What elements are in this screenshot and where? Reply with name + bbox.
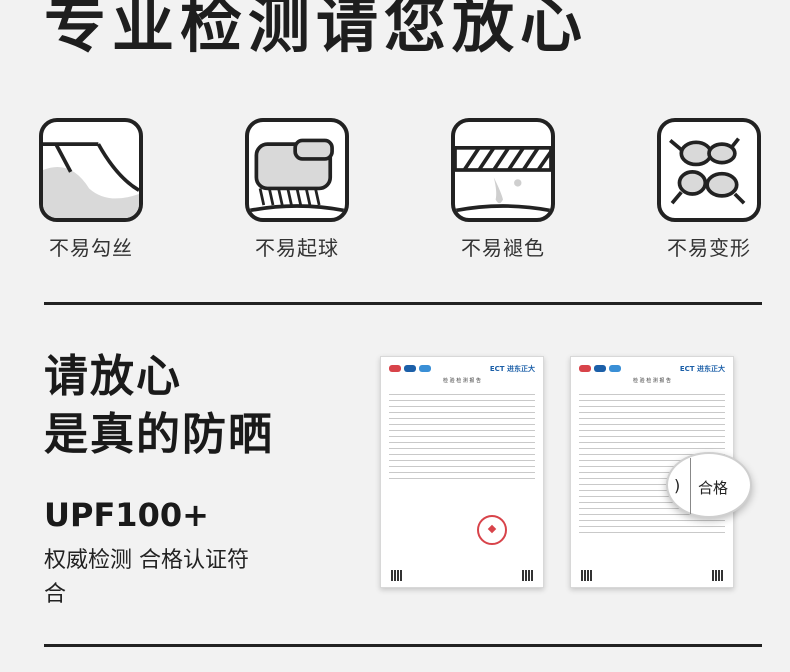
magnifier-callout: ) 合格: [666, 452, 752, 518]
cert-logos: [579, 365, 621, 372]
feature-label: 不易勾丝: [49, 236, 133, 260]
upf-rating: UPF100+: [44, 496, 209, 534]
report-table: [389, 389, 535, 479]
deform-resist-icon: [657, 118, 761, 222]
qr-code-icon: [581, 570, 592, 581]
feature-deform: 不易变形: [654, 118, 764, 261]
feature-label: 不易变形: [667, 236, 751, 260]
red-seal-stamp: [477, 515, 507, 545]
report-title: 检 验 检 测 报 告: [633, 378, 671, 384]
feature-snag: 不易勾丝: [36, 118, 146, 261]
test-report-1: ECT 进东正大 检 验 检 测 报 告: [380, 356, 544, 588]
certification-text: 权威检测 合格认证符合: [44, 548, 249, 607]
fade-resist-icon: [451, 118, 555, 222]
pass-label: 合格: [698, 479, 729, 497]
cert-logos: [389, 365, 431, 372]
feature-pilling: 不易起球: [242, 118, 352, 261]
feature-fade: 不易褪色: [448, 118, 558, 261]
claim-line-1: 请放心: [44, 351, 182, 402]
qr-code-icon: [712, 570, 723, 581]
table-line: [690, 458, 691, 514]
snag-resist-icon: [39, 118, 143, 222]
feature-list: 不易勾丝 不易起球 不易褪色 不易变形: [36, 118, 766, 268]
qr-code-icon: [391, 570, 402, 581]
magnifier-fragment: ): [674, 476, 681, 495]
report-brand: ECT 进东正大: [679, 365, 725, 373]
qr-code-icon: [522, 570, 533, 581]
report-brand: ECT 进东正大: [489, 365, 535, 373]
divider: [44, 644, 762, 647]
feature-label: 不易褪色: [461, 236, 545, 260]
protection-claim: 请放心 是真的防晒 UPF100+ 权威检测 合格认证符合: [44, 348, 274, 612]
feature-label: 不易起球: [255, 236, 339, 260]
pilling-resist-icon: [245, 118, 349, 222]
page-title: 专业检测请您放心: [44, 0, 589, 61]
divider: [44, 302, 762, 305]
report-title: 检 验 检 测 报 告: [443, 378, 481, 384]
claim-line-2: 是真的防晒: [44, 409, 274, 460]
